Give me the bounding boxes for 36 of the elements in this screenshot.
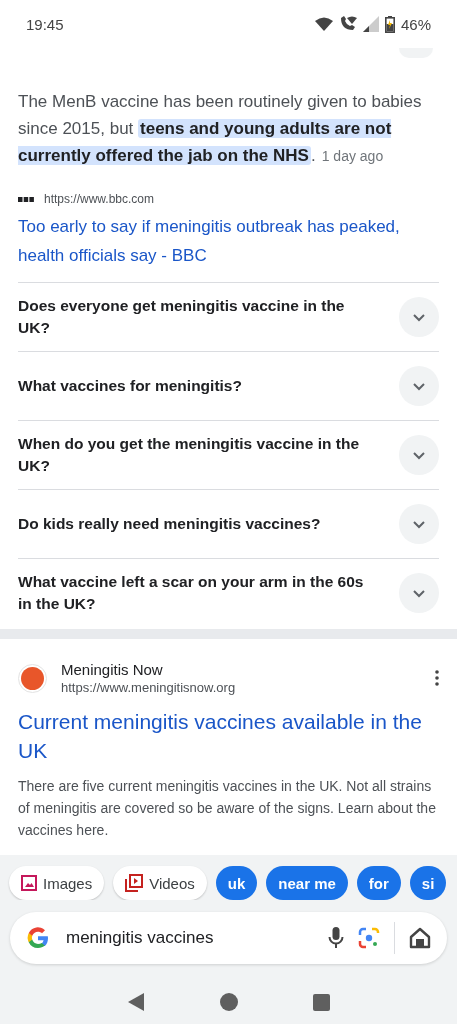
site-url: https://www.meningitisnow.org [61, 680, 237, 695]
status-time: 19:45 [26, 15, 64, 33]
search-bar[interactable]: meningitis vaccines [10, 912, 447, 964]
result-description: There are five current meningitis vaccines in the UK. Not all strains of meningitis are covered so be aware of the signs. Learn about the vaccines here. [18, 777, 437, 840]
site-name: Meningitis Now [61, 661, 164, 678]
recents-icon[interactable] [312, 993, 330, 1011]
article-link[interactable]: Too early to say if meningitis outbreak has peaked, health officials say - BBC [18, 212, 439, 270]
home-button-icon[interactable] [220, 993, 238, 1011]
wifi-icon [314, 17, 333, 31]
source-url: https://www.bbc.com [44, 192, 155, 206]
suggestion-chip[interactable]: si [409, 866, 447, 900]
signal-icon [362, 16, 379, 32]
microphone-icon[interactable] [328, 926, 344, 950]
video-icon [125, 874, 144, 892]
image-icon [21, 875, 37, 891]
question-text[interactable]: Does everyone get meningitis vaccine in the UK? [18, 295, 399, 339]
suggestion-chip[interactable]: uk [215, 866, 258, 900]
site-icon [18, 196, 34, 202]
images-chip[interactable]: Images [9, 866, 105, 900]
back-icon[interactable] [127, 992, 146, 1012]
more-options-icon[interactable] [435, 670, 439, 686]
question-text[interactable]: What vaccines for meningitis? [18, 375, 262, 397]
question-text[interactable]: What vaccine left a scar on your arm in the 60s in the UK? [18, 571, 399, 615]
lens-icon[interactable] [358, 927, 380, 949]
videos-chip[interactable]: Videos [113, 866, 207, 900]
suggestion-chip[interactable]: near me [266, 866, 348, 900]
question-text[interactable]: When do you get the meningitis vaccine in the UK? [18, 433, 399, 477]
search-input[interactable]: meningitis vaccines [64, 927, 314, 949]
question-text[interactable]: Do kids really need meningitis vaccines? [18, 513, 341, 535]
result-title[interactable]: Current meningitis vaccines available in the UK [18, 707, 439, 765]
battery-level: 46% [400, 15, 431, 33]
wifi-calling-icon [338, 16, 357, 32]
suggestion-chip[interactable]: for [356, 866, 401, 900]
home-icon[interactable] [409, 927, 431, 949]
battery-icon [384, 15, 395, 33]
google-icon [26, 926, 50, 950]
